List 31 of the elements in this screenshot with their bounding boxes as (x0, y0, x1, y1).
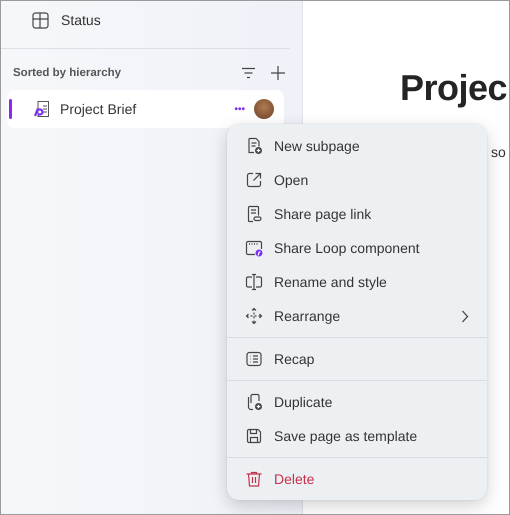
filter-icon[interactable] (241, 67, 256, 79)
menu-item[interactable]: Save page as template (227, 419, 487, 453)
loop-component-icon (245, 239, 263, 257)
menu-item[interactable]: Recap (227, 342, 487, 376)
save-icon (245, 427, 263, 445)
page-item[interactable]: Project Brief ••• (7, 90, 284, 128)
menu-item[interactable]: Delete (227, 462, 487, 496)
section-title: Sorted by hierarchy (13, 67, 122, 79)
page-link-icon (245, 205, 263, 223)
menu-item[interactable]: Duplicate (227, 385, 487, 419)
menu-item[interactable]: Share Loop component (227, 231, 487, 265)
menu-item[interactable]: Rename and style (227, 265, 487, 299)
rename-icon (245, 273, 263, 291)
add-icon[interactable] (270, 65, 286, 81)
list-icon (245, 350, 263, 368)
body-text: so (491, 144, 506, 160)
menu-item[interactable]: Open (227, 163, 487, 197)
move-arrows-icon (245, 307, 263, 325)
menu-item[interactable]: Share page link (227, 197, 487, 231)
duplicate-icon (245, 393, 263, 411)
nav-item[interactable]: Status (1, 1, 302, 39)
page-title: Projec (400, 67, 508, 109)
board-icon (32, 12, 49, 28)
open-external-icon (245, 171, 263, 189)
menu-item[interactable]: New subpage (227, 129, 487, 163)
selection-bar (9, 99, 12, 119)
avatar-icon (254, 99, 274, 119)
menu-item[interactable]: Rearrange (227, 299, 487, 333)
loop-page-icon (33, 100, 51, 118)
trash-icon (245, 470, 263, 488)
more-button[interactable]: ••• (234, 104, 245, 114)
